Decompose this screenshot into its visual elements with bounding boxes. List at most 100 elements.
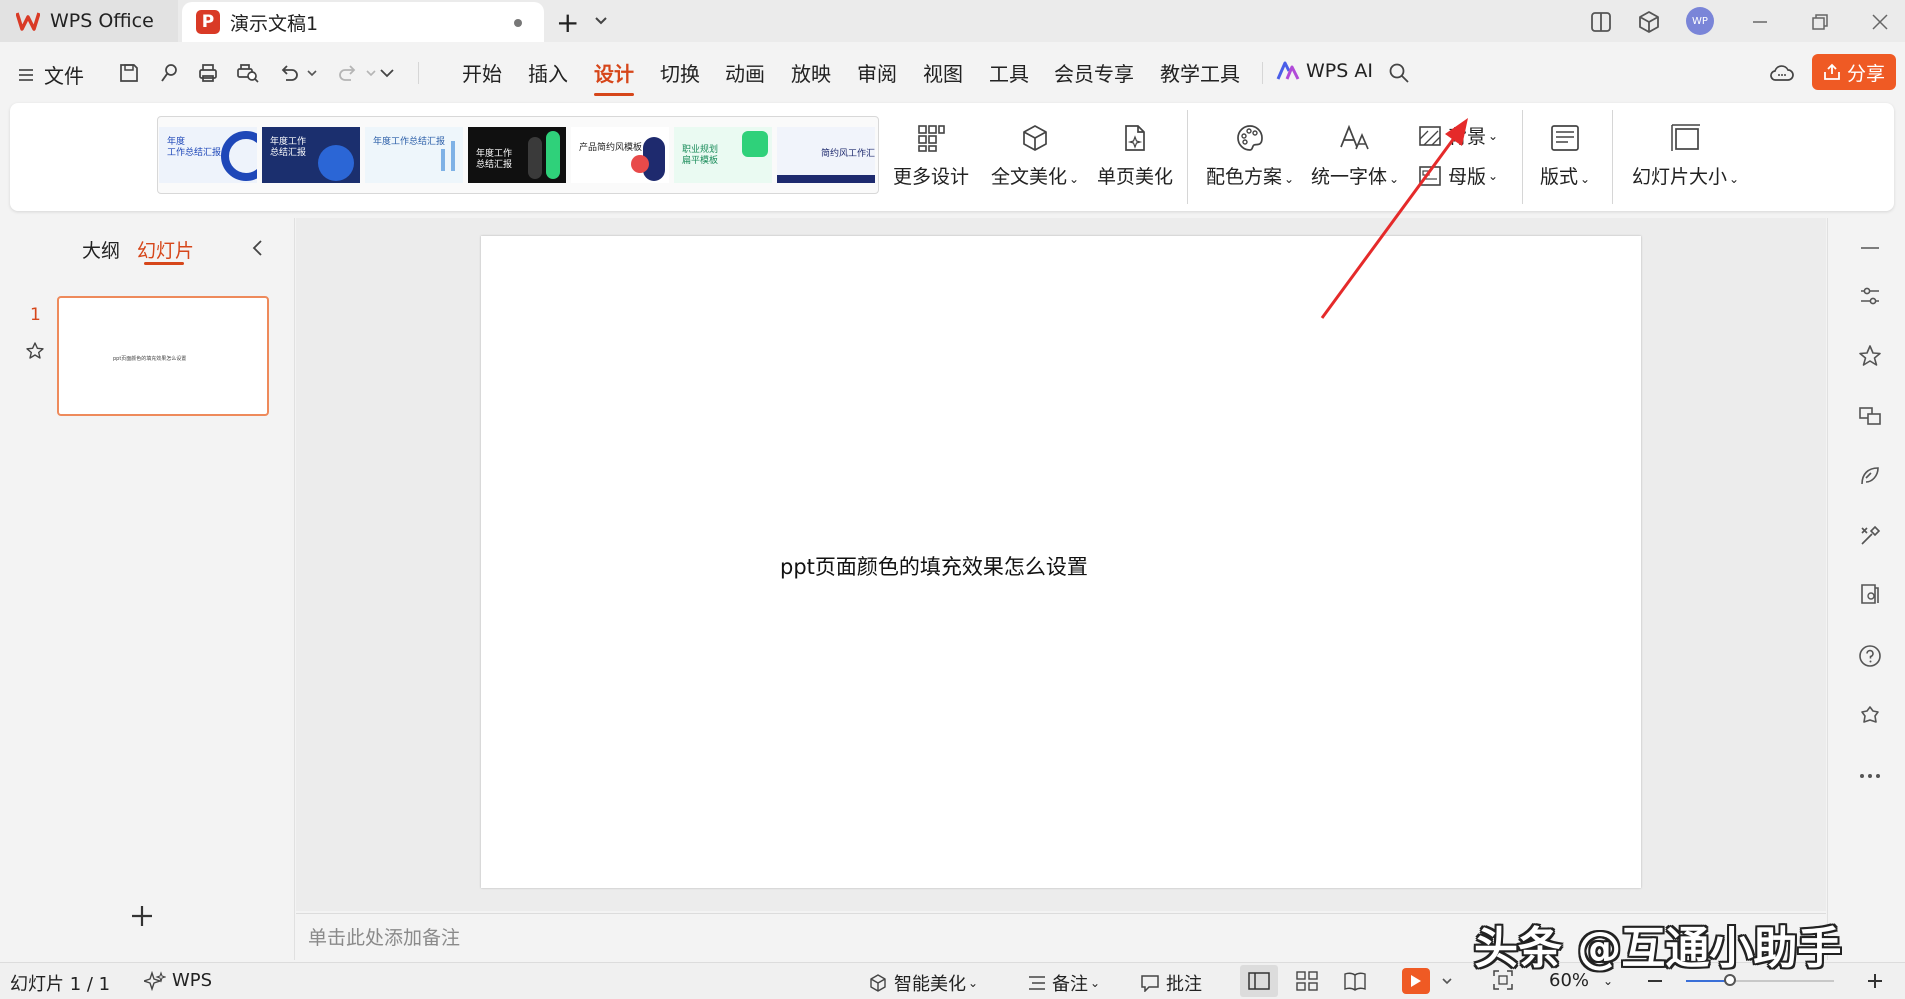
chevron-down-icon[interactable] (1441, 975, 1453, 987)
wps-status-button[interactable]: WPS (144, 970, 212, 991)
color-scheme-button[interactable]: 配色方案 ⌄ (1206, 118, 1294, 189)
print-icon[interactable] (193, 58, 223, 88)
menu-slideshow[interactable]: 放映 (791, 58, 831, 87)
star-animation-icon[interactable] (1854, 340, 1886, 372)
restore-icon[interactable] (1806, 8, 1834, 36)
notes-placeholder[interactable]: 单击此处添加备注 (308, 923, 460, 950)
wps-ai-button[interactable]: WPS AI (1276, 60, 1373, 82)
menu-view[interactable]: 视图 (923, 58, 963, 87)
file-menu[interactable]: 文件 (18, 60, 84, 89)
tools-icon[interactable] (1854, 520, 1886, 552)
share-button[interactable]: 分享 (1812, 54, 1896, 90)
menu-insert[interactable]: 插入 (528, 58, 568, 87)
notes-icon (1029, 976, 1045, 990)
design-template-5[interactable]: 产品简约风模板 (571, 127, 669, 183)
unsaved-dot-icon[interactable] (514, 19, 522, 27)
menu-home[interactable]: 开始 (462, 58, 502, 87)
collapse-sidebar-icon[interactable] (1854, 232, 1886, 264)
tab-slides[interactable]: 幻灯片 (137, 236, 194, 263)
reader-mode-icon[interactable] (1587, 8, 1615, 36)
design-template-7[interactable]: 简约风工作汇报 (777, 127, 875, 183)
menu-design[interactable]: 设计 (594, 58, 634, 96)
tab-document[interactable]: P 演示文稿1 (182, 2, 544, 42)
ai-draw-icon[interactable] (1854, 460, 1886, 492)
avatar[interactable]: WP (1686, 7, 1714, 35)
divider (1262, 62, 1263, 84)
menu-teaching-tools[interactable]: 教学工具 (1160, 58, 1240, 87)
slide-size-icon (1666, 118, 1706, 158)
notes-label: 备注 (1052, 974, 1088, 995)
menu-member[interactable]: 会员专享 (1054, 58, 1134, 87)
undo-icon[interactable] (274, 58, 304, 88)
layout-button[interactable]: 版式 ⌄ (1540, 118, 1590, 189)
chevron-down-icon[interactable] (306, 67, 318, 79)
help-icon[interactable] (1854, 640, 1886, 672)
comment-icon (1141, 975, 1159, 992)
minimize-icon[interactable] (1746, 8, 1774, 36)
design-template-2[interactable]: 年度工作 总结汇报 (262, 127, 360, 183)
design-template-gallery[interactable]: 年度 工作总结汇报 年度工作 总结汇报 年度工作总结汇报 年度工作 总结汇报 产… (157, 116, 879, 194)
wps-ai-icon (1276, 61, 1300, 80)
sliders-icon[interactable] (1854, 280, 1886, 312)
cloud-icon[interactable] (1767, 58, 1797, 88)
menu-transition[interactable]: 切换 (660, 58, 700, 87)
slide-counter: 幻灯片 1 / 1 (10, 974, 111, 995)
design-template-6[interactable]: 职业规划 扁平模板 (674, 127, 772, 183)
slide-sorter-icon[interactable] (1296, 971, 1318, 991)
smart-beautify-label: 智能美化 (894, 974, 966, 995)
design-template-3[interactable]: 年度工作总结汇报 (365, 127, 463, 183)
add-slide-button[interactable] (130, 904, 154, 928)
menu-review[interactable]: 审阅 (857, 58, 897, 87)
template-title: 职业规划 扁平模板 (682, 145, 719, 166)
play-slideshow-button[interactable] (1402, 968, 1430, 994)
wps-sparkle-icon (144, 970, 166, 991)
layout-icon (1545, 118, 1585, 158)
format-painter-icon[interactable] (154, 58, 184, 88)
wps-ai-label: WPS AI (1306, 60, 1373, 82)
comments-button[interactable]: 批注 (1140, 970, 1202, 996)
more-design-label: 更多设计 (893, 166, 970, 188)
design-template-4[interactable]: 年度工作 总结汇报 (468, 127, 566, 183)
slide-thumbnail[interactable]: ppt页面颜色的填充效果怎么设置 (57, 296, 269, 416)
search-icon[interactable] (1384, 58, 1414, 88)
transition-icon[interactable] (1854, 400, 1886, 432)
smart-beautify-button[interactable]: 智能美化 ⌄ (868, 970, 978, 996)
divider (1187, 110, 1188, 204)
more-design-button[interactable]: 更多设计 (893, 118, 969, 189)
zoom-slider[interactable] (1686, 974, 1834, 986)
active-tab-indicator (144, 262, 184, 265)
more-icon[interactable] (1854, 760, 1886, 792)
new-tab-button[interactable]: + (556, 6, 579, 39)
slide-text-box[interactable]: ppt页面颜色的填充效果怎么设置 (780, 551, 1088, 581)
normal-view-button[interactable] (1240, 965, 1278, 997)
tab-outline[interactable]: 大纲 (82, 236, 120, 263)
close-icon[interactable] (1866, 8, 1894, 36)
full-beautify-button[interactable]: 全文美化 ⌄ (991, 118, 1079, 189)
palette-icon (1230, 118, 1270, 158)
save-icon[interactable] (114, 58, 144, 88)
menu-tools[interactable]: 工具 (989, 58, 1029, 87)
design-template-1[interactable]: 年度 工作总结汇报 (159, 127, 257, 183)
share-icon (1824, 63, 1840, 80)
menu-animation[interactable]: 动画 (725, 58, 765, 87)
zoom-in-icon[interactable] (1866, 971, 1884, 991)
book-icon[interactable] (1854, 578, 1886, 610)
more-quick-access-icon[interactable] (372, 58, 402, 88)
redo-icon[interactable] (333, 58, 363, 88)
robot-assistant-icon[interactable] (1854, 700, 1886, 732)
chevron-down-icon[interactable] (594, 10, 608, 30)
reading-view-icon[interactable] (1344, 971, 1366, 991)
print-preview-icon[interactable] (233, 58, 263, 88)
title-bar: WPS Office P 演示文稿1 + WP (0, 0, 1905, 42)
page-beautify-label: 单页美化 (1097, 166, 1174, 188)
template-title: 年度工作 总结汇报 (476, 149, 513, 170)
normal-view-icon (1248, 972, 1270, 990)
slide-size-button[interactable]: 幻灯片大小 ⌄ (1632, 118, 1739, 189)
cube-icon[interactable] (1635, 8, 1663, 36)
tab-wps-office[interactable]: WPS Office (0, 0, 178, 42)
star-icon[interactable] (25, 341, 45, 361)
collapse-panel-icon[interactable] (250, 238, 266, 258)
notes-toggle-button[interactable]: 备注 ⌄ (1028, 970, 1100, 996)
watermark-text: 头条 @互通小助手 (1474, 923, 1842, 974)
page-beautify-button[interactable]: 单页美化 (1097, 118, 1173, 189)
